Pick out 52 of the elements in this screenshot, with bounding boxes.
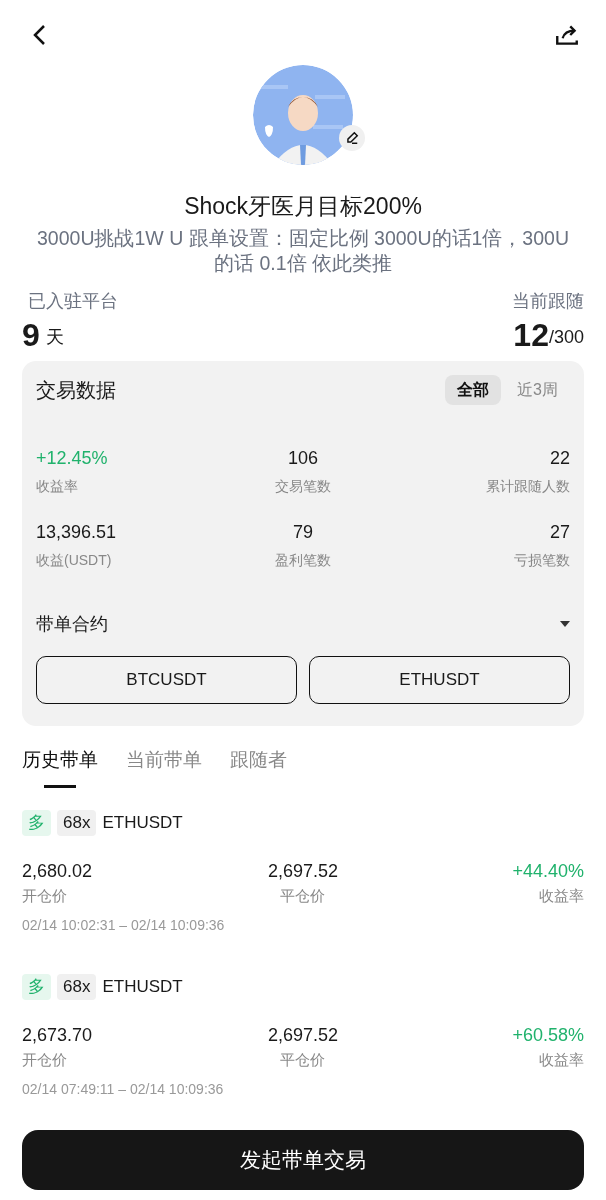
roi-label: 收益率 — [539, 1049, 584, 1070]
trader-description: 3000U挑战1W U 跟单设置：固定比例 3000U的话1倍，300U的话 0.1倍 依此类推 — [36, 225, 570, 276]
dropdown-icon[interactable] — [560, 621, 570, 627]
stat-label: 收益(USDT) — [36, 550, 112, 570]
edit-icon[interactable] — [339, 125, 365, 151]
days-unit: 天 — [45, 325, 64, 349]
close-price: 2,697.52 — [267, 859, 339, 883]
open-price: 2,673.70 — [22, 1023, 93, 1047]
side-tag: 多 — [22, 974, 51, 1000]
tab[interactable]: 当前带单 — [126, 745, 202, 788]
stat-label: 亏损笔数 — [514, 550, 570, 570]
order-symbol: ETHUSDT — [102, 812, 183, 834]
trader-name: Shock牙医月目标200% — [183, 192, 423, 221]
followers-limit: /300 — [548, 326, 584, 349]
back-icon[interactable] — [32, 24, 48, 46]
open-price: 2,680.02 — [22, 859, 93, 883]
period-tab[interactable]: 全部 — [445, 374, 502, 405]
price-label: 平仓价 — [280, 885, 326, 906]
close-price: 2,697.52 — [267, 1023, 339, 1047]
stat-label: 已入驻平台 — [28, 289, 118, 313]
contract-button[interactable]: ETHUSDT — [309, 655, 570, 704]
order-symbol: ETHUSDT — [102, 976, 183, 998]
roi-value: +44.40% — [512, 859, 584, 883]
stat-value: 27 — [549, 520, 570, 544]
stat-value: 22 — [549, 446, 570, 470]
stat-label: 盈利笔数 — [275, 550, 331, 570]
price-label: 开仓价 — [22, 1049, 67, 1070]
days-value: 9 — [22, 315, 40, 355]
roi-value: +60.58% — [512, 1023, 584, 1047]
card-title: 交易数据 — [36, 377, 116, 403]
price-label: 平仓价 — [280, 1049, 326, 1070]
stat-value: 79 — [293, 520, 313, 544]
order-time: 02/14 07:49:11 – 02/14 10:09:36 — [22, 1080, 225, 1099]
start-trade-button[interactable]: 发起带单交易 — [22, 1130, 584, 1190]
stat-label: 交易笔数 — [275, 476, 331, 496]
leverage-tag: 68x — [57, 974, 97, 1000]
tab[interactable]: 跟随者 — [230, 745, 287, 788]
contract-button[interactable]: BTCUSDT — [36, 655, 297, 704]
stat-value: +12.45% — [36, 446, 108, 470]
roi-label: 收益率 — [539, 885, 584, 906]
stat-label: 当前跟随 — [512, 289, 584, 313]
stat-value: 106 — [287, 446, 318, 470]
contracts-title: 带单合约 — [36, 612, 108, 636]
stat-value: 13,396.51 — [36, 520, 117, 544]
stat-label: 收益率 — [36, 476, 78, 496]
price-label: 开仓价 — [22, 885, 67, 906]
followers-value: 12 — [513, 315, 549, 355]
side-tag: 多 — [22, 810, 51, 836]
leverage-tag: 68x — [57, 810, 97, 836]
tab[interactable]: 历史带单 — [22, 745, 98, 788]
order-time: 02/14 10:02:31 – 02/14 10:09:36 — [22, 916, 226, 935]
stat-label: 累计跟随人数 — [486, 476, 570, 496]
